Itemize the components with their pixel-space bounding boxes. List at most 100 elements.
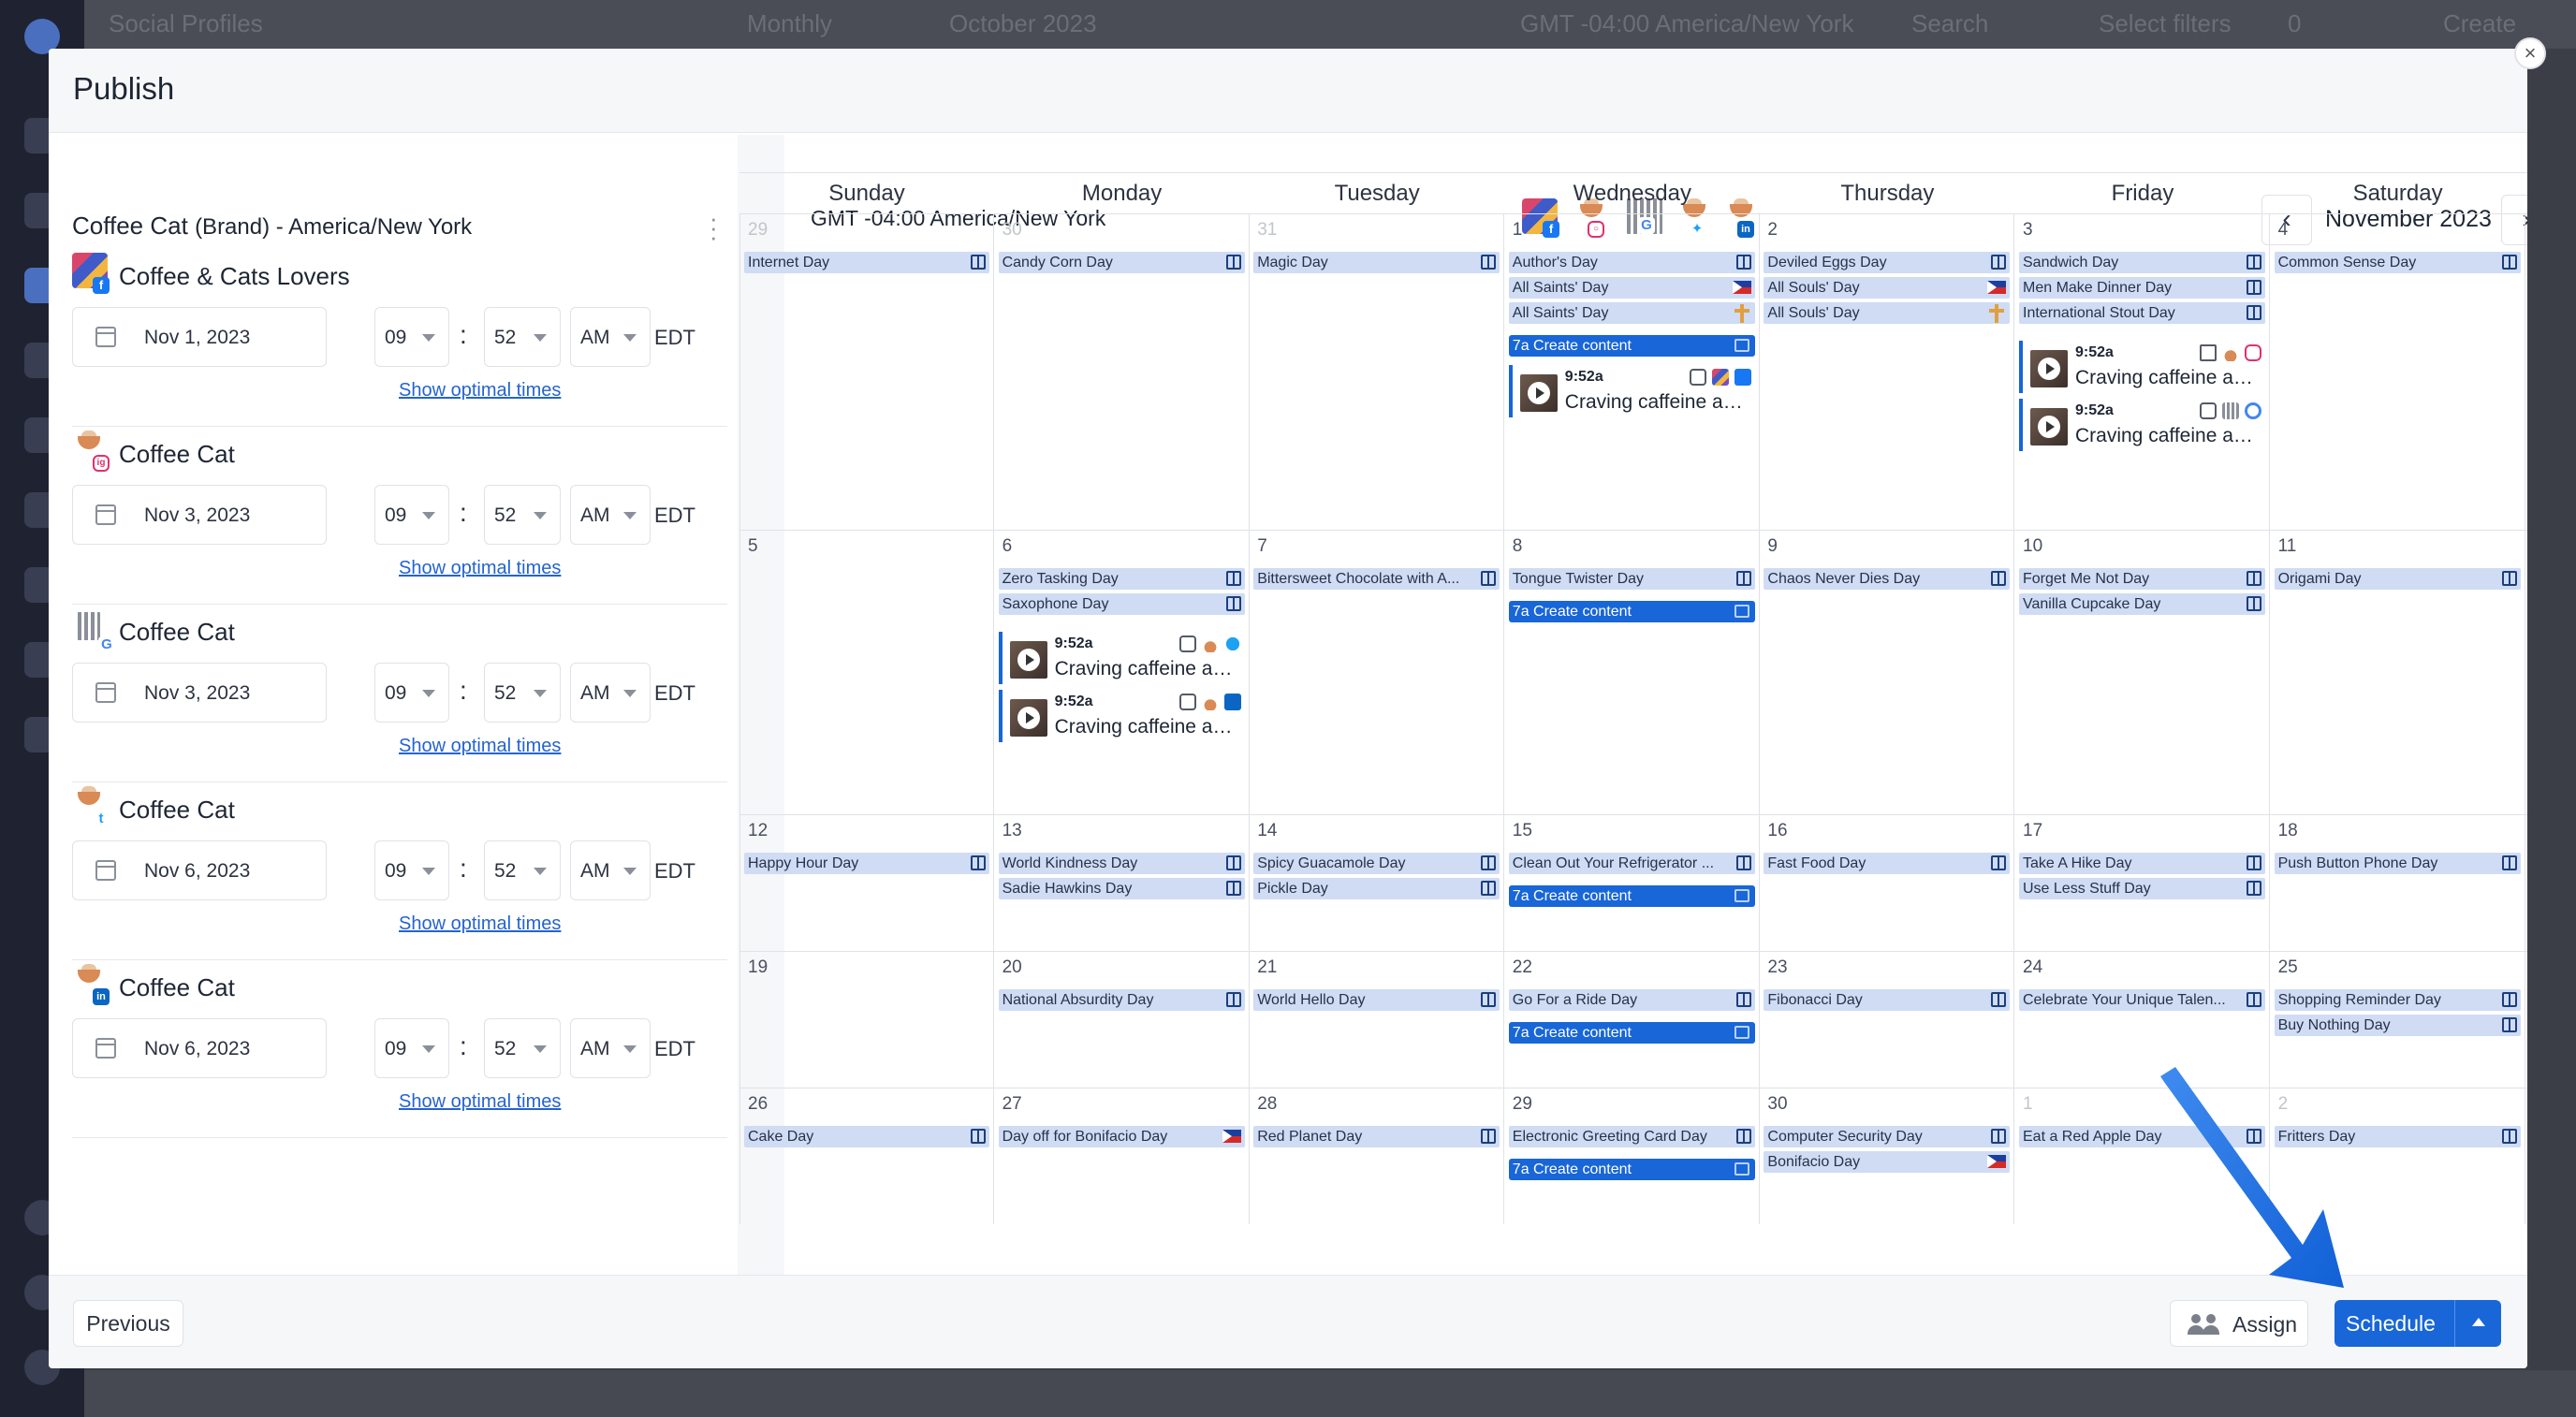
create-content-slot[interactable]: 7a Create content bbox=[1508, 335, 1755, 357]
holiday-event[interactable]: Celebrate Your Unique Talen... bbox=[2019, 989, 2265, 1011]
holiday-event[interactable]: Fritters Day bbox=[2274, 1126, 2521, 1147]
show-optimal-times-link[interactable]: Show optimal times bbox=[399, 736, 561, 757]
holiday-event[interactable]: Cake Day bbox=[744, 1126, 989, 1147]
holiday-event[interactable]: Sadie Hawkins Day bbox=[998, 878, 1245, 899]
search-input[interactable]: Search bbox=[1911, 9, 1988, 38]
holiday-event[interactable]: Zero Tasking Day bbox=[998, 568, 1245, 590]
date-picker[interactable]: Nov 1, 2023 bbox=[72, 307, 327, 367]
minute-select[interactable]: 52 bbox=[484, 663, 561, 723]
holiday-event[interactable]: Origami Day bbox=[2274, 568, 2521, 590]
date-picker[interactable]: Nov 3, 2023 bbox=[72, 663, 327, 723]
day-cell[interactable]: 14 Spicy Guacamole Day Pickle Day bbox=[1250, 815, 1505, 951]
ampm-select[interactable]: AM bbox=[570, 663, 651, 723]
show-optimal-times-link[interactable]: Show optimal times bbox=[399, 1091, 561, 1113]
day-cell[interactable]: 4 Common Sense Day bbox=[2271, 214, 2525, 530]
day-cell[interactable]: 11 Origami Day bbox=[2271, 531, 2525, 814]
day-cell[interactable]: 21 World Hello Day bbox=[1250, 952, 1505, 1088]
day-cell[interactable]: 10 Forget Me Not Day Vanilla Cupcake Day bbox=[2015, 531, 2270, 814]
scheduled-post[interactable]: 9:52a Craving caffeine and... bbox=[998, 690, 1245, 742]
minute-select[interactable]: 52 bbox=[484, 307, 561, 367]
holiday-event[interactable]: Forget Me Not Day bbox=[2019, 568, 2265, 590]
holiday-event[interactable]: Internet Day bbox=[744, 252, 989, 273]
schedule-dropdown-toggle[interactable] bbox=[2454, 1300, 2501, 1347]
day-cell[interactable]: 1 Author's Day All Saints' Day All Saints' … bbox=[1505, 214, 1760, 530]
assign-button[interactable]: Assign bbox=[2170, 1300, 2308, 1347]
holiday-event[interactable]: World Kindness Day bbox=[998, 853, 1245, 874]
day-cell[interactable]: 13 World Kindness Day Sadie Hawkins Day bbox=[995, 815, 1250, 951]
holiday-event[interactable]: Fibonacci Day bbox=[1764, 989, 2011, 1011]
holiday-event[interactable]: All Souls' Day bbox=[1764, 302, 2011, 324]
scheduled-post[interactable]: 9:52a Craving caffeine and... bbox=[2019, 341, 2265, 393]
day-cell[interactable]: 28 Red Planet Day bbox=[1250, 1088, 1505, 1224]
holiday-event[interactable]: National Absurdity Day bbox=[998, 989, 1245, 1011]
hour-select[interactable]: 09 bbox=[374, 840, 449, 900]
close-button[interactable]: × bbox=[2514, 37, 2546, 69]
day-cell[interactable]: 1 Eat a Red Apple Day bbox=[2015, 1088, 2270, 1224]
day-cell[interactable]: 7 Bittersweet Chocolate with A... bbox=[1250, 531, 1505, 814]
day-cell[interactable]: 24 Celebrate Your Unique Talen... bbox=[2015, 952, 2270, 1088]
day-cell[interactable]: 29 Internet Day bbox=[739, 214, 994, 530]
ampm-select[interactable]: AM bbox=[570, 485, 651, 545]
holiday-event[interactable]: Push Button Phone Day bbox=[2274, 853, 2521, 874]
filter-select[interactable]: Select filters bbox=[2099, 9, 2232, 38]
create-content-slot[interactable]: 7a Create content bbox=[1508, 1022, 1755, 1044]
day-cell[interactable]: 2 Fritters Day bbox=[2271, 1088, 2525, 1224]
holiday-event[interactable]: All Saints' Day bbox=[1508, 302, 1755, 324]
hour-select[interactable]: 09 bbox=[374, 307, 449, 367]
day-cell[interactable]: 12 Happy Hour Day bbox=[739, 815, 994, 951]
holiday-event[interactable]: Buy Nothing Day bbox=[2274, 1015, 2521, 1036]
holiday-event[interactable]: Spicy Guacamole Day bbox=[1253, 853, 1500, 874]
holiday-event[interactable]: Red Planet Day bbox=[1253, 1126, 1500, 1147]
holiday-event[interactable]: Take A Hike Day bbox=[2019, 853, 2265, 874]
more-options-icon[interactable]: · · · bbox=[710, 206, 718, 249]
previous-button[interactable]: Previous bbox=[73, 1300, 183, 1347]
holiday-event[interactable]: Bittersweet Chocolate with A... bbox=[1253, 568, 1500, 590]
date-picker[interactable]: Nov 3, 2023 bbox=[72, 485, 327, 545]
day-cell[interactable]: 2 Deviled Eggs Day All Souls' Day All Souls… bbox=[1760, 214, 2015, 530]
view-selector[interactable]: Monthly bbox=[747, 9, 832, 38]
ampm-select[interactable]: AM bbox=[570, 840, 651, 900]
scheduled-post[interactable]: 9:52a Craving caffeine and... bbox=[2019, 399, 2265, 451]
day-cell[interactable]: 23 Fibonacci Day bbox=[1760, 952, 2015, 1088]
day-cell[interactable]: 18 Push Button Phone Day bbox=[2271, 815, 2525, 951]
create-content-slot[interactable]: 7a Create content bbox=[1508, 601, 1755, 622]
show-optimal-times-link[interactable]: Show optimal times bbox=[399, 558, 561, 579]
hour-select[interactable]: 09 bbox=[374, 1018, 449, 1078]
date-picker[interactable]: Nov 6, 2023 bbox=[72, 840, 327, 900]
holiday-event[interactable]: Bonifacio Day bbox=[1764, 1151, 2011, 1173]
holiday-event[interactable]: World Hello Day bbox=[1253, 989, 1500, 1011]
day-cell[interactable]: 30 Computer Security Day Bonifacio Day bbox=[1760, 1088, 2015, 1224]
day-cell[interactable]: 27 Day off for Bonifacio Day bbox=[995, 1088, 1250, 1224]
create-content-slot[interactable]: 7a Create content bbox=[1508, 1159, 1755, 1180]
holiday-event[interactable]: Tongue Twister Day bbox=[1508, 568, 1755, 590]
holiday-event[interactable]: Eat a Red Apple Day bbox=[2019, 1126, 2265, 1147]
day-cell[interactable]: 3 Sandwich Day Men Make Dinner Day Internat… bbox=[2015, 214, 2270, 530]
holiday-event[interactable]: Deviled Eggs Day bbox=[1764, 252, 2011, 273]
holiday-event[interactable]: Candy Corn Day bbox=[998, 252, 1245, 273]
day-cell[interactable]: 19 bbox=[739, 952, 994, 1088]
day-cell[interactable]: 5 bbox=[739, 531, 994, 814]
holiday-event[interactable]: All Saints' Day bbox=[1508, 277, 1755, 299]
holiday-event[interactable]: Happy Hour Day bbox=[744, 853, 989, 874]
day-cell[interactable]: 17 Take A Hike Day Use Less Stuff Day bbox=[2015, 815, 2270, 951]
show-optimal-times-link[interactable]: Show optimal times bbox=[399, 380, 561, 402]
create-button[interactable]: Create bbox=[2443, 9, 2516, 38]
day-cell[interactable]: 31 Magic Day bbox=[1250, 214, 1505, 530]
holiday-event[interactable]: Pickle Day bbox=[1253, 878, 1500, 899]
day-cell[interactable]: 6 Zero Tasking Day Saxophone Day 9:52a Cra… bbox=[995, 531, 1250, 814]
hour-select[interactable]: 09 bbox=[374, 663, 449, 723]
day-cell[interactable]: 20 National Absurdity Day bbox=[995, 952, 1250, 1088]
ampm-select[interactable]: AM bbox=[570, 307, 651, 367]
day-cell[interactable]: 8 Tongue Twister Day 7a Create content bbox=[1505, 531, 1760, 814]
holiday-event[interactable]: Shopping Reminder Day bbox=[2274, 989, 2521, 1011]
holiday-event[interactable]: Chaos Never Dies Day bbox=[1764, 568, 2011, 590]
minute-select[interactable]: 52 bbox=[484, 485, 561, 545]
date-picker[interactable]: Nov 6, 2023 bbox=[72, 1018, 327, 1078]
holiday-event[interactable]: Men Make Dinner Day bbox=[2019, 277, 2265, 299]
holiday-event[interactable]: Common Sense Day bbox=[2274, 252, 2521, 273]
day-cell[interactable]: 29 Electronic Greeting Card Day 7a Create … bbox=[1505, 1088, 1760, 1224]
holiday-event[interactable]: International Stout Day bbox=[2019, 302, 2265, 324]
holiday-event[interactable]: Fast Food Day bbox=[1764, 853, 2011, 874]
holiday-event[interactable]: Go For a Ride Day bbox=[1508, 989, 1755, 1011]
create-content-slot[interactable]: 7a Create content bbox=[1508, 885, 1755, 907]
